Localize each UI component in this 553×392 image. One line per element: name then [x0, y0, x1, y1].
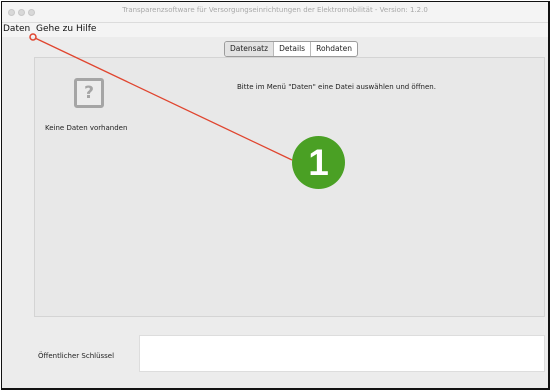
annotation-pointer: [29, 33, 293, 161]
step-number-badge: 1: [292, 136, 345, 189]
pointer-line: [34, 37, 293, 161]
pointer-target-circle: [29, 33, 37, 41]
